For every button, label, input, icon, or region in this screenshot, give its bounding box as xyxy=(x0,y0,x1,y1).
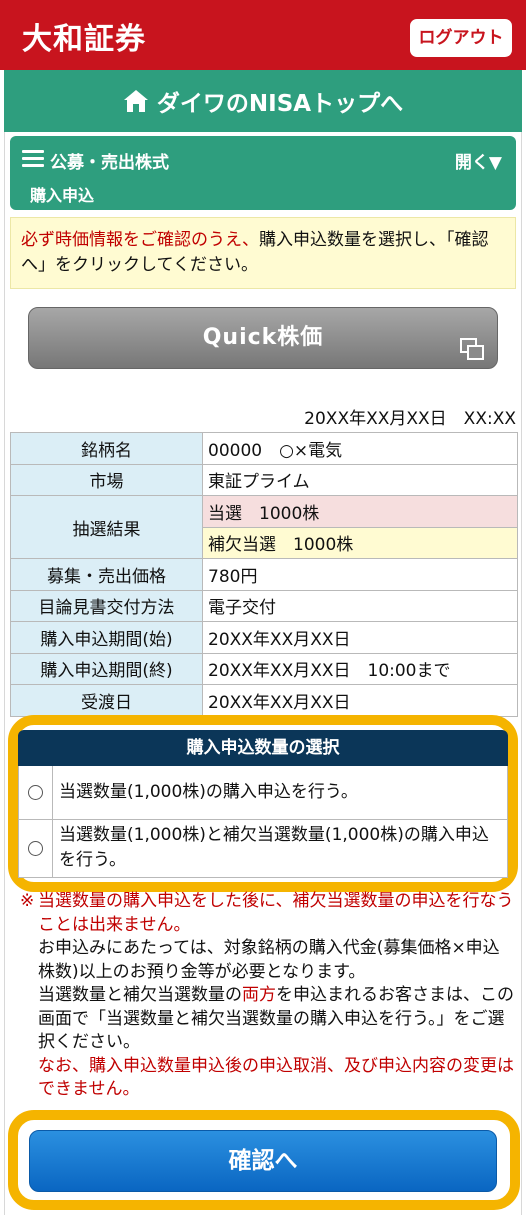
quick-price-label: Quick株価 xyxy=(202,325,324,350)
nisa-top-label: ダイワのNISAトップへ xyxy=(156,91,404,117)
quantity-selection-panel: 購入申込数量の選択 当選数量(1,000株)の購入申込を行う。 当選数量(1,0… xyxy=(18,730,508,878)
notes-section: ※ 当選数量の購入申込をした後に、補欠当選数量の申込を行なうことは出来ません。 … xyxy=(20,890,514,1102)
table-row: 募集・売出価格 780円 xyxy=(10,558,518,591)
row-label: 受渡日 xyxy=(10,684,203,717)
row-value: 20XX年XX月XX日 10:00まで xyxy=(202,652,518,685)
accordion-title: 公募・売出株式 xyxy=(50,153,169,173)
table-row: 銘柄名 00000 ○×電気 xyxy=(10,432,518,465)
instruction-notice: 必ず時価情報をご確認のうえ、購入申込数量を選択し、「確認へ」をクリックしてくださ… xyxy=(10,217,516,289)
table-row: 目論見書交付方法 電子交付 xyxy=(10,589,518,622)
radio-cell xyxy=(19,820,53,877)
option-winning-and-backup[interactable]: 当選数量(1,000株)と補欠当選数量(1,000株)の購入申込を行う。 xyxy=(18,820,508,878)
radio-button[interactable] xyxy=(28,841,43,856)
selection-title: 購入申込数量の選択 xyxy=(18,730,508,766)
option-label[interactable]: 当選数量(1,000株)と補欠当選数量(1,000株)の購入申込を行う。 xyxy=(53,820,507,877)
table-row: 購入申込期間(始) 20XX年XX月XX日 xyxy=(10,621,518,654)
row-label: 市場 xyxy=(10,463,203,496)
app-header: 大和証券 ログアウト xyxy=(0,0,526,70)
row-value: 電子交付 xyxy=(202,589,518,622)
radio-button[interactable] xyxy=(28,785,43,800)
row-label: 募集・売出価格 xyxy=(10,558,203,591)
logout-button[interactable]: ログアウト xyxy=(410,19,512,57)
row-value: 東証プライム xyxy=(202,463,518,496)
row-label: 目論見書交付方法 xyxy=(10,589,203,622)
lottery-win-value: 当選 1000株 xyxy=(202,495,518,528)
note-red-2: 両方 xyxy=(242,985,276,1005)
row-label: 銘柄名 xyxy=(10,432,203,465)
new-window-icon xyxy=(459,325,485,360)
category-accordion[interactable]: 公募・売出株式 開く▼ 購入申込 xyxy=(10,136,516,210)
option-winning-only[interactable]: 当選数量(1,000株)の購入申込を行う。 xyxy=(18,766,508,820)
radio-cell xyxy=(19,766,53,819)
quick-price-button[interactable]: Quick株価 xyxy=(28,307,498,369)
home-icon xyxy=(123,89,149,113)
note-text-2a: 当選数量と補欠当選数量の xyxy=(38,985,242,1005)
row-value: 20XX年XX月XX日 xyxy=(202,684,518,717)
brand-logo: 大和証券 xyxy=(22,22,146,57)
table-row: 購入申込期間(終) 20XX年XX月XX日 10:00まで xyxy=(10,652,518,685)
confirm-button[interactable]: 確認へ xyxy=(29,1130,497,1192)
accordion-subtitle: 購入申込 xyxy=(30,186,95,205)
option-label[interactable]: 当選数量(1,000株)の購入申込を行う。 xyxy=(53,766,507,819)
table-row: 抽選結果 当選 1000株 xyxy=(10,495,518,559)
note-mark: ※ xyxy=(20,891,35,911)
table-row: 市場 東証プライム xyxy=(10,463,518,496)
notice-red-text: 必ず時価情報をご確認のうえ、 xyxy=(21,230,259,250)
note-text-2: 当選数量と補欠当選数量の両方を申込まれるお客さまは、この画面で「当選数量と補欠当… xyxy=(20,984,514,1055)
nisa-top-link[interactable]: ダイワのNISAトップへ xyxy=(4,70,522,132)
row-label: 抽選結果 xyxy=(10,495,203,559)
row-label: 購入申込期間(終) xyxy=(10,652,203,685)
stock-info-table: 銘柄名 00000 ○×電気 市場 東証プライム 抽選結果 当選 1000株 補欠当選… xyxy=(10,432,518,717)
table-row: 受渡日 20XX年XX月XX日 xyxy=(10,684,518,717)
row-value: 20XX年XX月XX日 xyxy=(202,621,518,654)
note-red-3: なお、購入申込数量申込後の申込取消、及び申込内容の変更はできません。 xyxy=(38,1055,514,1100)
menu-icon xyxy=(22,150,44,168)
note-text-1: お申込みにあたっては、対象銘柄の購入代金(募集価格×申込株数)以上のお預り金等が… xyxy=(38,938,500,982)
note-red-1: 当選数量の購入申込をした後に、補欠当選数量の申込を行なうことは出来ません。 xyxy=(38,891,514,935)
row-label: 購入申込期間(始) xyxy=(10,621,203,654)
lottery-backup-value: 補欠当選 1000株 xyxy=(202,526,518,559)
row-value: 780円 xyxy=(202,558,518,591)
accordion-toggle[interactable]: 開く▼ xyxy=(455,148,502,173)
price-timestamp: 20XX年XX月XX日 XX:XX xyxy=(304,409,516,429)
row-value: 00000 ○×電気 xyxy=(202,432,518,465)
